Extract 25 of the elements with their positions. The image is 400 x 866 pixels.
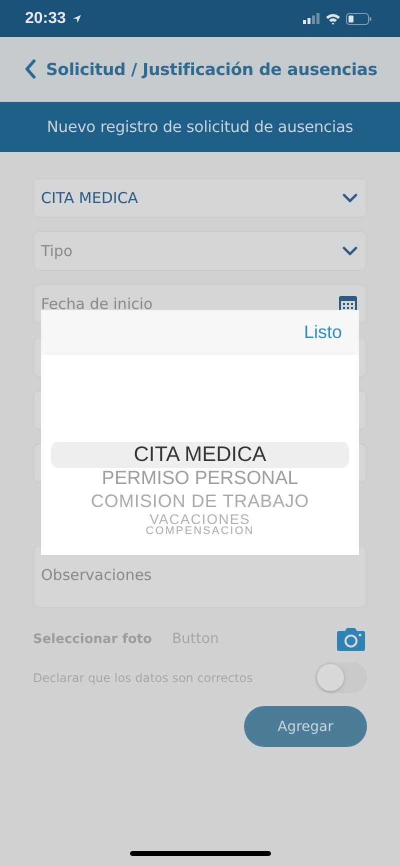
- input-field[interactable]: Tipo: [33, 231, 367, 271]
- battery-icon: [346, 12, 372, 24]
- field-value: CITA MEDICA: [41, 189, 138, 207]
- location-arrow-icon: [72, 14, 82, 24]
- screen-title: Solicitud / Justificación de ausencias: [46, 60, 378, 78]
- done-button[interactable]: Listo: [304, 322, 342, 343]
- toggle-switch[interactable]: [315, 662, 367, 693]
- signal-icon: [303, 13, 320, 24]
- field-placeholder: Fecha de inicio: [41, 295, 153, 313]
- wifi-icon: [325, 12, 341, 24]
- add-button[interactable]: Agregar: [244, 706, 367, 747]
- chevron-down-icon: [342, 193, 358, 203]
- picker-option[interactable]: COMPENSACION: [146, 526, 254, 537]
- field-placeholder: Tipo: [41, 242, 73, 260]
- status-time: 20:33: [25, 10, 66, 28]
- back-chevron-icon[interactable]: [24, 59, 36, 79]
- picker-option[interactable]: PERMISO PERSONAL: [102, 468, 298, 490]
- input-field[interactable]: CITA MEDICA: [33, 178, 367, 218]
- picker-option[interactable]: COMISION DE TRABAJO: [90, 490, 310, 512]
- picker-option[interactable]: CITA MEDICA: [51, 442, 349, 468]
- chevron-down-icon: [342, 246, 358, 256]
- section-title: Nuevo registro de solicitud de ausencias: [46, 118, 354, 136]
- picker-option[interactable]: VACACIONES: [150, 512, 250, 526]
- field-placeholder: Observaciones: [41, 566, 152, 584]
- camera-icon[interactable]: [335, 627, 367, 651]
